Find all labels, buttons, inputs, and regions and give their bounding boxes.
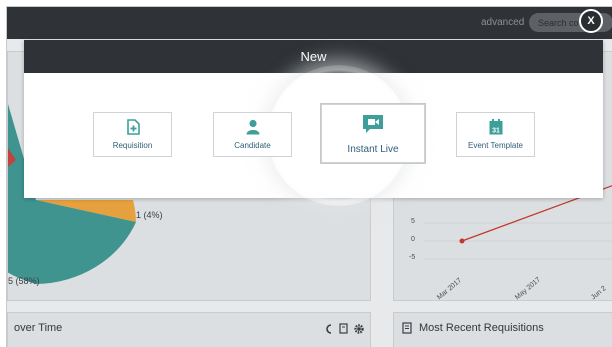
close-modal-button[interactable]: X [579, 9, 603, 33]
gear-icon [354, 324, 364, 334]
instant-live-tile[interactable]: Instant Live [321, 104, 425, 163]
advanced-search-link[interactable]: advanced [481, 17, 524, 28]
refresh-icon [326, 324, 332, 334]
recent-requisitions-panel: Most Recent Requisitions [393, 312, 612, 347]
tile-label: Requisition [112, 141, 153, 150]
calendar-icon: 31 [489, 119, 502, 135]
document-icon [402, 322, 412, 334]
tile-label: Instant Live [347, 144, 399, 155]
tile-label: Candidate [234, 141, 271, 150]
person-icon [246, 119, 259, 135]
add-file-icon [126, 119, 140, 135]
candidate-tile[interactable]: Candidate [213, 112, 292, 157]
requisition-tile[interactable]: Requisition [93, 112, 172, 157]
series-point [459, 238, 465, 244]
event-template-tile[interactable]: 31 Event Template [456, 112, 535, 157]
y-tick-5: 5 [411, 218, 415, 225]
panel-title: over Time [14, 322, 63, 334]
y-tick-0: 0 [411, 236, 415, 243]
pie-label-small: 1 (4%) [136, 210, 163, 220]
app-window: advanced 1 (4%) 5 (58%) 5 0 -5 Mar 2017 … [6, 6, 612, 347]
video-chat-icon [363, 115, 383, 133]
copy-icon [339, 323, 348, 334]
y-tick-neg5: -5 [409, 254, 416, 261]
new-item-modal: New Requisition Candidate Instant Live 3… [24, 40, 603, 206]
pie-label-large: 5 (58%) [8, 276, 40, 286]
modal-title: New [24, 40, 603, 73]
panel-title: Most Recent Requisitions [419, 322, 544, 334]
tile-label: Event Template [468, 141, 523, 150]
over-time-panel: over Time [7, 312, 371, 347]
top-navigation-bar: advanced [7, 7, 612, 39]
calendar-day: 31 [492, 128, 500, 135]
panel-toolbar [326, 323, 364, 334]
